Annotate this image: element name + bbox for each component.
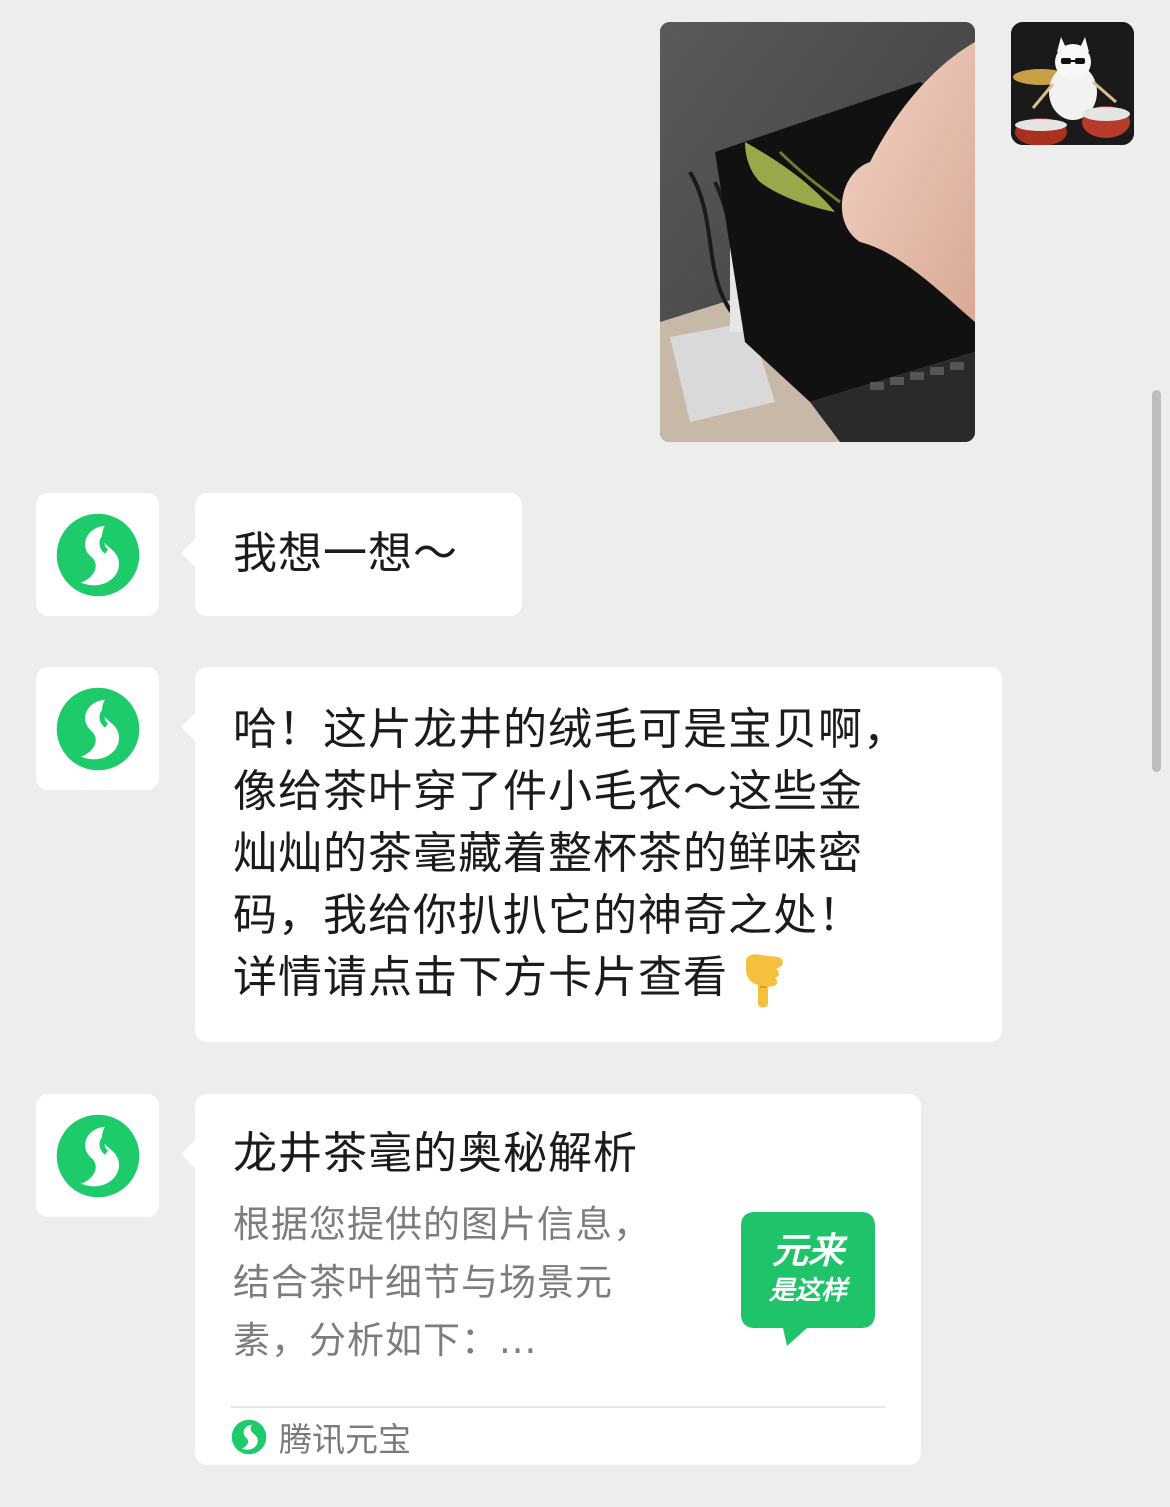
yuanbao-logo-icon bbox=[56, 687, 139, 770]
bot-message-bubble: 哈！这片龙井的绒毛可是宝贝啊， 像给茶叶穿了件小毛衣～这些金 灿灿的茶毫藏着整杯… bbox=[181, 667, 1002, 1042]
card-divider bbox=[231, 1406, 885, 1408]
card-title: 龙井茶毫的奥秘解析 bbox=[233, 1128, 638, 1179]
card-source-label: 腾讯元宝 bbox=[279, 1420, 411, 1459]
message-text-line: 我想一想～ bbox=[233, 528, 458, 579]
yuanbao-logo-icon bbox=[56, 513, 139, 596]
bot-avatar[interactable] bbox=[36, 667, 159, 790]
card-description-line: 结合茶叶细节与场景元 bbox=[233, 1261, 613, 1304]
bot-avatar[interactable] bbox=[36, 493, 159, 616]
user-photo-message[interactable] bbox=[660, 22, 975, 442]
message-text-line: 灿灿的茶毫藏着整杯茶的鲜味密 bbox=[233, 828, 863, 879]
message-text-line: 码，我给你扒扒它的神奇之处！ bbox=[233, 890, 863, 941]
bubble-tail bbox=[181, 539, 195, 567]
thumbnail-text-sub: 是这样 bbox=[768, 1276, 847, 1306]
tea-leaf-photo bbox=[660, 22, 975, 442]
message-text-line: 像给茶叶穿了件小毛衣～这些金 bbox=[233, 766, 863, 817]
thumbnail-text-main: 元来 bbox=[771, 1231, 844, 1272]
bot-message-bubble: 我想一想～ bbox=[181, 493, 522, 616]
card-thumbnail: 元来 是这样 bbox=[739, 1210, 877, 1348]
cat-drummer-avatar-image bbox=[1011, 22, 1134, 145]
card-description-line: 根据您提供的图片信息， bbox=[233, 1203, 651, 1246]
yuanbao-small-icon bbox=[231, 1419, 267, 1455]
user-avatar[interactable] bbox=[1011, 22, 1134, 145]
card-description: 根据您提供的图片信息， 结合茶叶细节与场景元 素，分析如下：... bbox=[233, 1196, 651, 1370]
card-source: 腾讯元宝 bbox=[231, 1416, 411, 1459]
message-text-line: 详情请点击下方卡片查看 bbox=[233, 952, 728, 1003]
result-card[interactable]: 龙井茶毫的奥秘解析 根据您提供的图片信息， 结合茶叶细节与场景元 素，分析如下：… bbox=[181, 1094, 921, 1465]
yuanbao-logo-icon bbox=[56, 1114, 139, 1197]
bot-avatar[interactable] bbox=[36, 1094, 159, 1217]
card-description-line: 素，分析如下：... bbox=[233, 1319, 538, 1362]
message-text-line: 哈！这片龙井的绒毛可是宝贝啊， bbox=[233, 704, 908, 755]
pointing-down-emoji bbox=[746, 954, 783, 1008]
bubble-tail bbox=[181, 713, 195, 741]
bubble-tail bbox=[181, 1140, 195, 1168]
scrollbar[interactable] bbox=[1152, 390, 1161, 772]
